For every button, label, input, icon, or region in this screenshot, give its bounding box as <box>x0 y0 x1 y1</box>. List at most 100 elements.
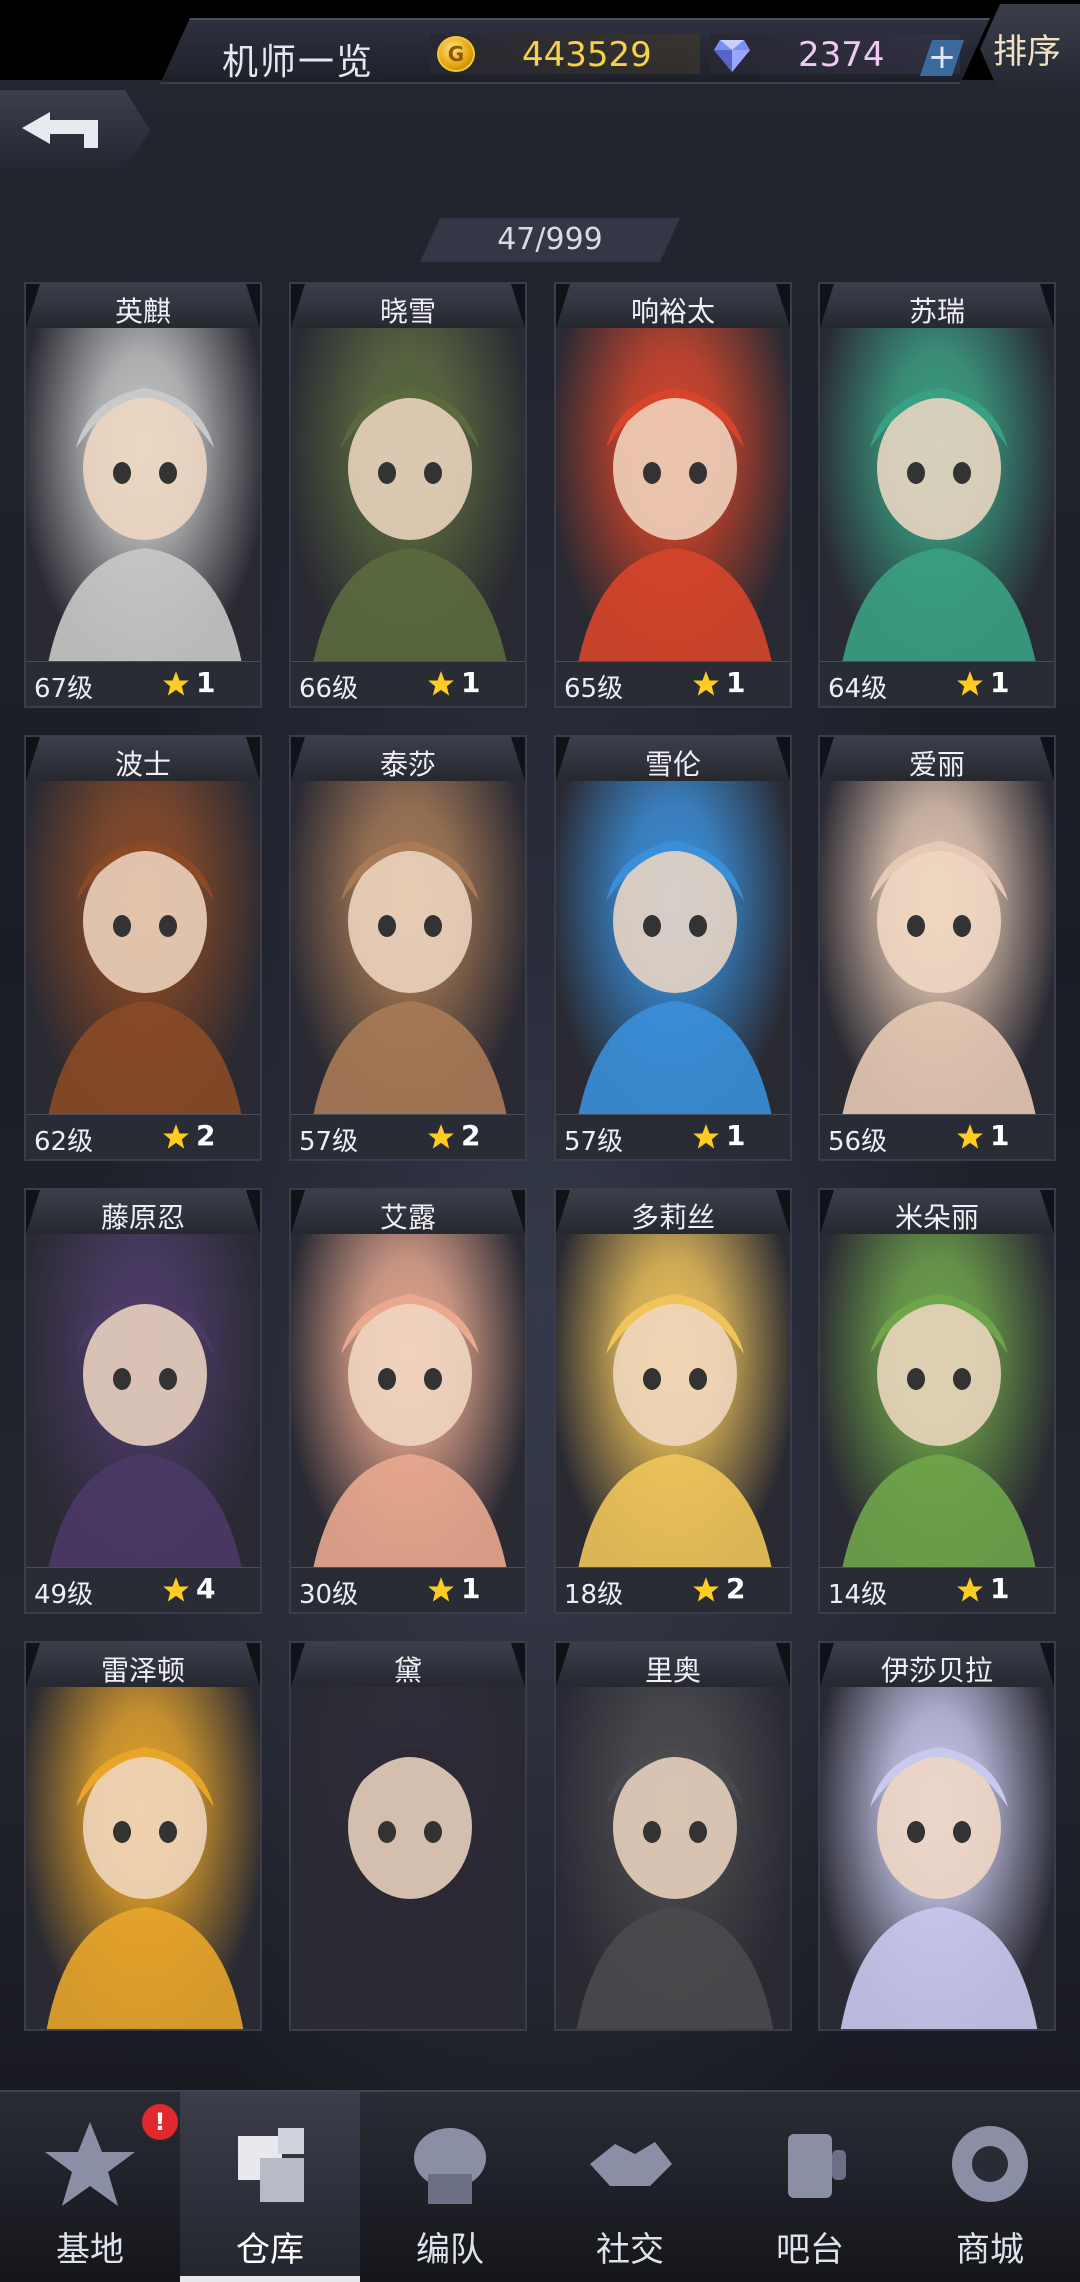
pilot-portrait <box>556 1687 790 2029</box>
pilot-name: 响裕太 <box>630 295 715 328</box>
pilot-stars: 2 <box>461 1119 481 1152</box>
pilot-stars: 4 <box>196 1572 216 1605</box>
star-icon <box>957 1124 983 1149</box>
pilot-portrait <box>291 328 525 674</box>
pilot-silhouette <box>576 388 774 674</box>
pilot-portrait <box>820 328 1054 674</box>
nav-label: 编队 <box>416 2230 484 2270</box>
notification-badge: ! <box>142 2104 178 2140</box>
header <box>0 80 1080 180</box>
pilot-stars: 1 <box>196 666 216 699</box>
pilot-stars: 1 <box>461 666 481 699</box>
pilot-portrait <box>291 781 525 1127</box>
pilot-level: 57级 <box>564 1127 624 1157</box>
pilot-info-bar: 66级 1 <box>291 661 525 706</box>
pilot-name: 伊莎贝拉 <box>880 1654 993 1687</box>
pilot-card[interactable]: 米朵丽 14级 1 <box>818 1188 1056 1614</box>
pilot-card[interactable]: 晓雪 66级 1 <box>289 282 527 708</box>
gem-value: 2374 <box>798 35 885 75</box>
pilot-portrait <box>26 781 260 1127</box>
pilot-stars: 1 <box>461 1572 481 1605</box>
roster-count: 47/999 <box>497 222 603 257</box>
pilot-portrait <box>26 1687 260 2029</box>
pilot-card[interactable]: 伊莎贝拉 <box>818 1641 1056 2031</box>
gold-value: 443529 <box>522 35 652 75</box>
pilot-card[interactable]: 艾露 30级 1 <box>289 1188 527 1614</box>
pilot-info-bar: 67级 1 <box>26 661 260 706</box>
star-icon <box>693 671 719 696</box>
pilot-card[interactable]: 波士 62级 2 <box>24 735 262 1161</box>
nav-label: 基地 <box>56 2230 124 2270</box>
pilot-name: 藤原忍 <box>100 1201 185 1234</box>
pilot-silhouette <box>311 841 509 1127</box>
nav-label: 商城 <box>956 2230 1024 2270</box>
base-icon <box>45 2122 135 2206</box>
pilot-card[interactable]: 藤原忍 49级 4 <box>24 1188 262 1614</box>
pilot-info-bar: 57级 2 <box>291 1114 525 1159</box>
pilot-level: 30级 <box>299 1580 359 1610</box>
pilot-silhouette <box>840 841 1038 1127</box>
pilot-info-bar: 57级 1 <box>556 1114 790 1159</box>
pilot-info-bar: 30级 1 <box>291 1567 525 1612</box>
pilot-name: 泰莎 <box>379 748 436 781</box>
pilot-silhouette <box>46 841 244 1127</box>
pilot-portrait <box>556 1234 790 1580</box>
pilot-card[interactable]: 里奥 <box>554 1641 792 2031</box>
pilot-card[interactable]: 响裕太 65级 1 <box>554 282 792 708</box>
pilot-level: 67级 <box>34 674 94 704</box>
warehouse-icon <box>238 2128 304 2202</box>
pilot-name: 米朵丽 <box>894 1201 979 1234</box>
pilot-card[interactable]: 多莉丝 18级 2 <box>554 1188 792 1614</box>
star-icon <box>693 1577 719 1602</box>
pilot-info-bar: 14级 1 <box>820 1567 1054 1612</box>
pilot-silhouette <box>46 1747 244 2029</box>
pilot-info-bar: 64级 1 <box>820 661 1054 706</box>
nav-item[interactable]: 社交 <box>540 2092 720 2282</box>
pilot-portrait <box>26 1234 260 1580</box>
formation-icon <box>414 2128 486 2204</box>
pilot-level: 57级 <box>299 1127 359 1157</box>
pilot-stars: 2 <box>196 1119 216 1152</box>
pilot-stars: 2 <box>726 1572 746 1605</box>
pilot-portrait <box>291 1687 525 2029</box>
pilot-portrait <box>820 781 1054 1127</box>
pilot-card[interactable]: 黛 <box>289 1641 527 2031</box>
star-icon <box>957 1577 983 1602</box>
pilot-info-bar: 49级 4 <box>26 1567 260 1612</box>
nav-item[interactable]: 商城 <box>900 2092 1080 2282</box>
pilot-info-bar: 65级 1 <box>556 661 790 706</box>
pilot-stars: 1 <box>990 1119 1010 1152</box>
pilot-portrait <box>556 781 790 1127</box>
pilot-card[interactable]: 苏瑞 64级 1 <box>818 282 1056 708</box>
pilot-stars: 1 <box>726 1119 746 1152</box>
pilot-name: 苏瑞 <box>908 295 965 328</box>
pilot-info-bar: 18级 2 <box>556 1567 790 1612</box>
active-indicator <box>180 2276 360 2282</box>
pilot-level: 14级 <box>828 1580 888 1610</box>
back-button[interactable] <box>0 90 150 170</box>
pilot-name: 艾露 <box>379 1201 436 1234</box>
pilot-name: 雪伦 <box>644 748 701 781</box>
pilot-card[interactable]: 英麒 67级 1 <box>24 282 262 708</box>
pilot-level: 65级 <box>564 674 624 704</box>
pilot-name: 晓雪 <box>379 295 436 328</box>
back-arrow-icon <box>22 112 98 148</box>
pilot-level: 64级 <box>828 674 888 704</box>
star-icon <box>428 671 454 696</box>
pilot-level: 62级 <box>34 1127 94 1157</box>
pilot-card[interactable]: 雪伦 57级 1 <box>554 735 792 1161</box>
shop-icon <box>952 2126 1028 2202</box>
pilot-stars: 1 <box>990 666 1010 699</box>
pilot-name: 英麒 <box>114 295 171 328</box>
pilot-silhouette <box>576 1294 774 1580</box>
nav-label: 仓库 <box>236 2230 304 2270</box>
pilot-card[interactable]: 雷泽顿 <box>24 1641 262 2031</box>
nav-item[interactable]: 吧台 <box>720 2092 900 2282</box>
pilot-silhouette <box>576 841 774 1127</box>
pilot-card[interactable]: 爱丽 56级 1 <box>818 735 1056 1161</box>
pilot-level: 66级 <box>299 674 359 704</box>
nav-item[interactable]: 编队 <box>360 2092 540 2282</box>
pilot-card[interactable]: 泰莎 57级 2 <box>289 735 527 1161</box>
pilot-silhouette <box>311 1747 509 2029</box>
nav-item[interactable]: 仓库 <box>180 2092 360 2282</box>
